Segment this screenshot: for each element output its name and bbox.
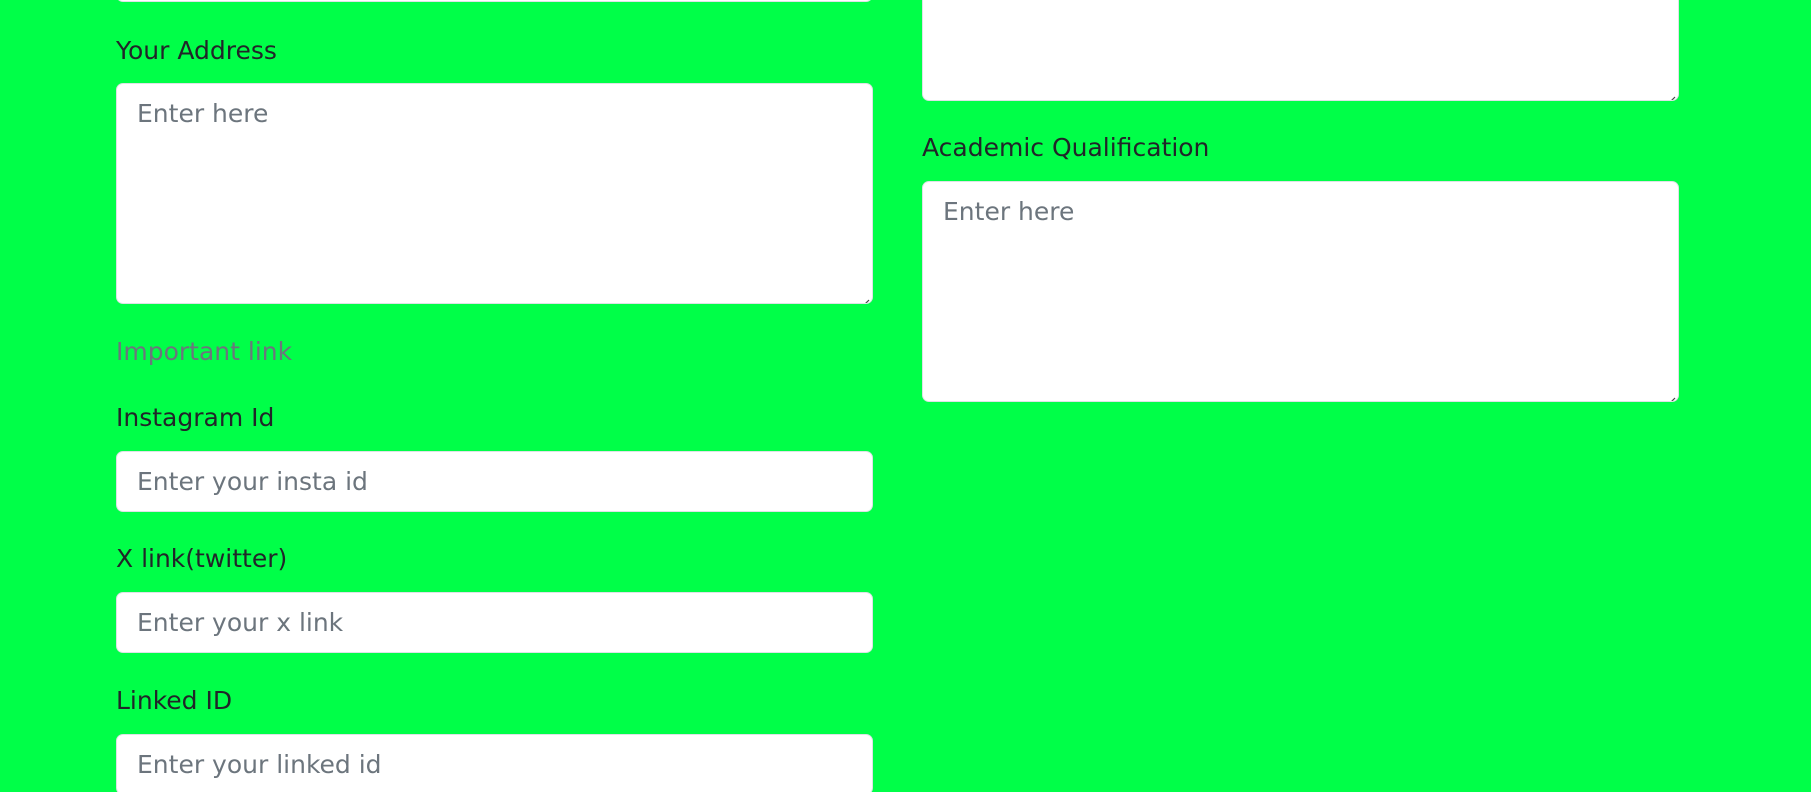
form-page: Your Address Enter here Important link I…	[0, 0, 1811, 792]
linked-input[interactable]: Enter your linked id	[116, 734, 873, 792]
x-link-input[interactable]: Enter your x link	[116, 592, 873, 653]
important-link-heading: Important link	[116, 337, 293, 366]
linked-label: Linked ID	[116, 686, 233, 715]
address-label: Your Address	[116, 36, 277, 65]
academic-label: Academic Qualification	[922, 133, 1210, 162]
resize-handle-icon[interactable]	[1663, 85, 1676, 100]
x-link-placeholder: Enter your x link	[137, 608, 344, 637]
address-textarea[interactable]: Enter here	[116, 83, 873, 304]
academic-placeholder: Enter here	[943, 197, 1075, 226]
resize-handle-icon[interactable]	[857, 288, 870, 303]
x-link-label: X link(twitter)	[116, 544, 288, 573]
resize-handle-icon[interactable]	[1663, 386, 1676, 401]
address-placeholder: Enter here	[137, 99, 269, 128]
instagram-placeholder: Enter your insta id	[137, 467, 368, 496]
academic-textarea[interactable]: Enter here	[922, 181, 1679, 402]
linked-placeholder: Enter your linked id	[137, 750, 382, 779]
previous-input-field[interactable]	[116, 0, 873, 2]
instagram-label: Instagram Id	[116, 403, 275, 432]
instagram-input[interactable]: Enter your insta id	[116, 451, 873, 512]
previous-textarea[interactable]	[922, 0, 1679, 101]
